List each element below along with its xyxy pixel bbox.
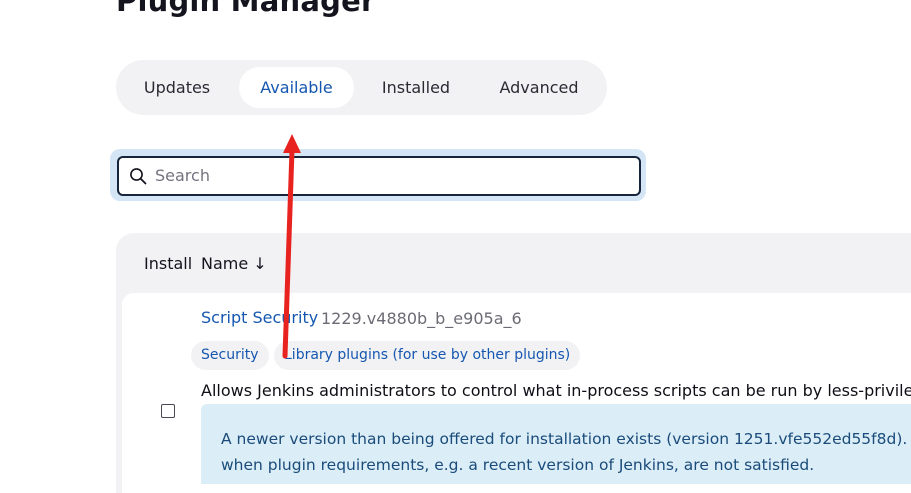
plugin-manager-tabs: Updates Available Installed Advanced — [116, 60, 607, 115]
tab-available[interactable]: Available — [239, 67, 354, 108]
install-checkbox[interactable] — [161, 404, 175, 418]
search-placeholder: Search — [155, 166, 210, 185]
plugin-version: 1229.v4880b_b_e905a_6 — [321, 309, 522, 328]
tab-updates[interactable]: Updates — [128, 67, 226, 108]
notice-line-1: A newer version than being offered for i… — [221, 430, 911, 448]
notice-line-2: when plugin requirements, e.g. a recent … — [221, 456, 815, 474]
search-input[interactable]: Search — [117, 156, 641, 196]
tag-security[interactable]: Security — [191, 341, 269, 370]
plugin-name-link[interactable]: Script Security — [201, 308, 318, 327]
plugin-description: Allows Jenkins administrators to control… — [201, 381, 911, 400]
search-icon — [130, 168, 147, 185]
newer-version-notice: A newer version than being offered for i… — [201, 404, 911, 484]
column-header-name[interactable]: Name ↓ — [201, 254, 267, 273]
page-title: Plugin Manager — [116, 0, 376, 18]
column-header-install[interactable]: Install — [144, 254, 192, 273]
tag-library-plugins[interactable]: Library plugins (for use by other plugin… — [274, 341, 581, 370]
tab-installed[interactable]: Installed — [366, 67, 466, 108]
tab-advanced[interactable]: Advanced — [484, 67, 594, 108]
